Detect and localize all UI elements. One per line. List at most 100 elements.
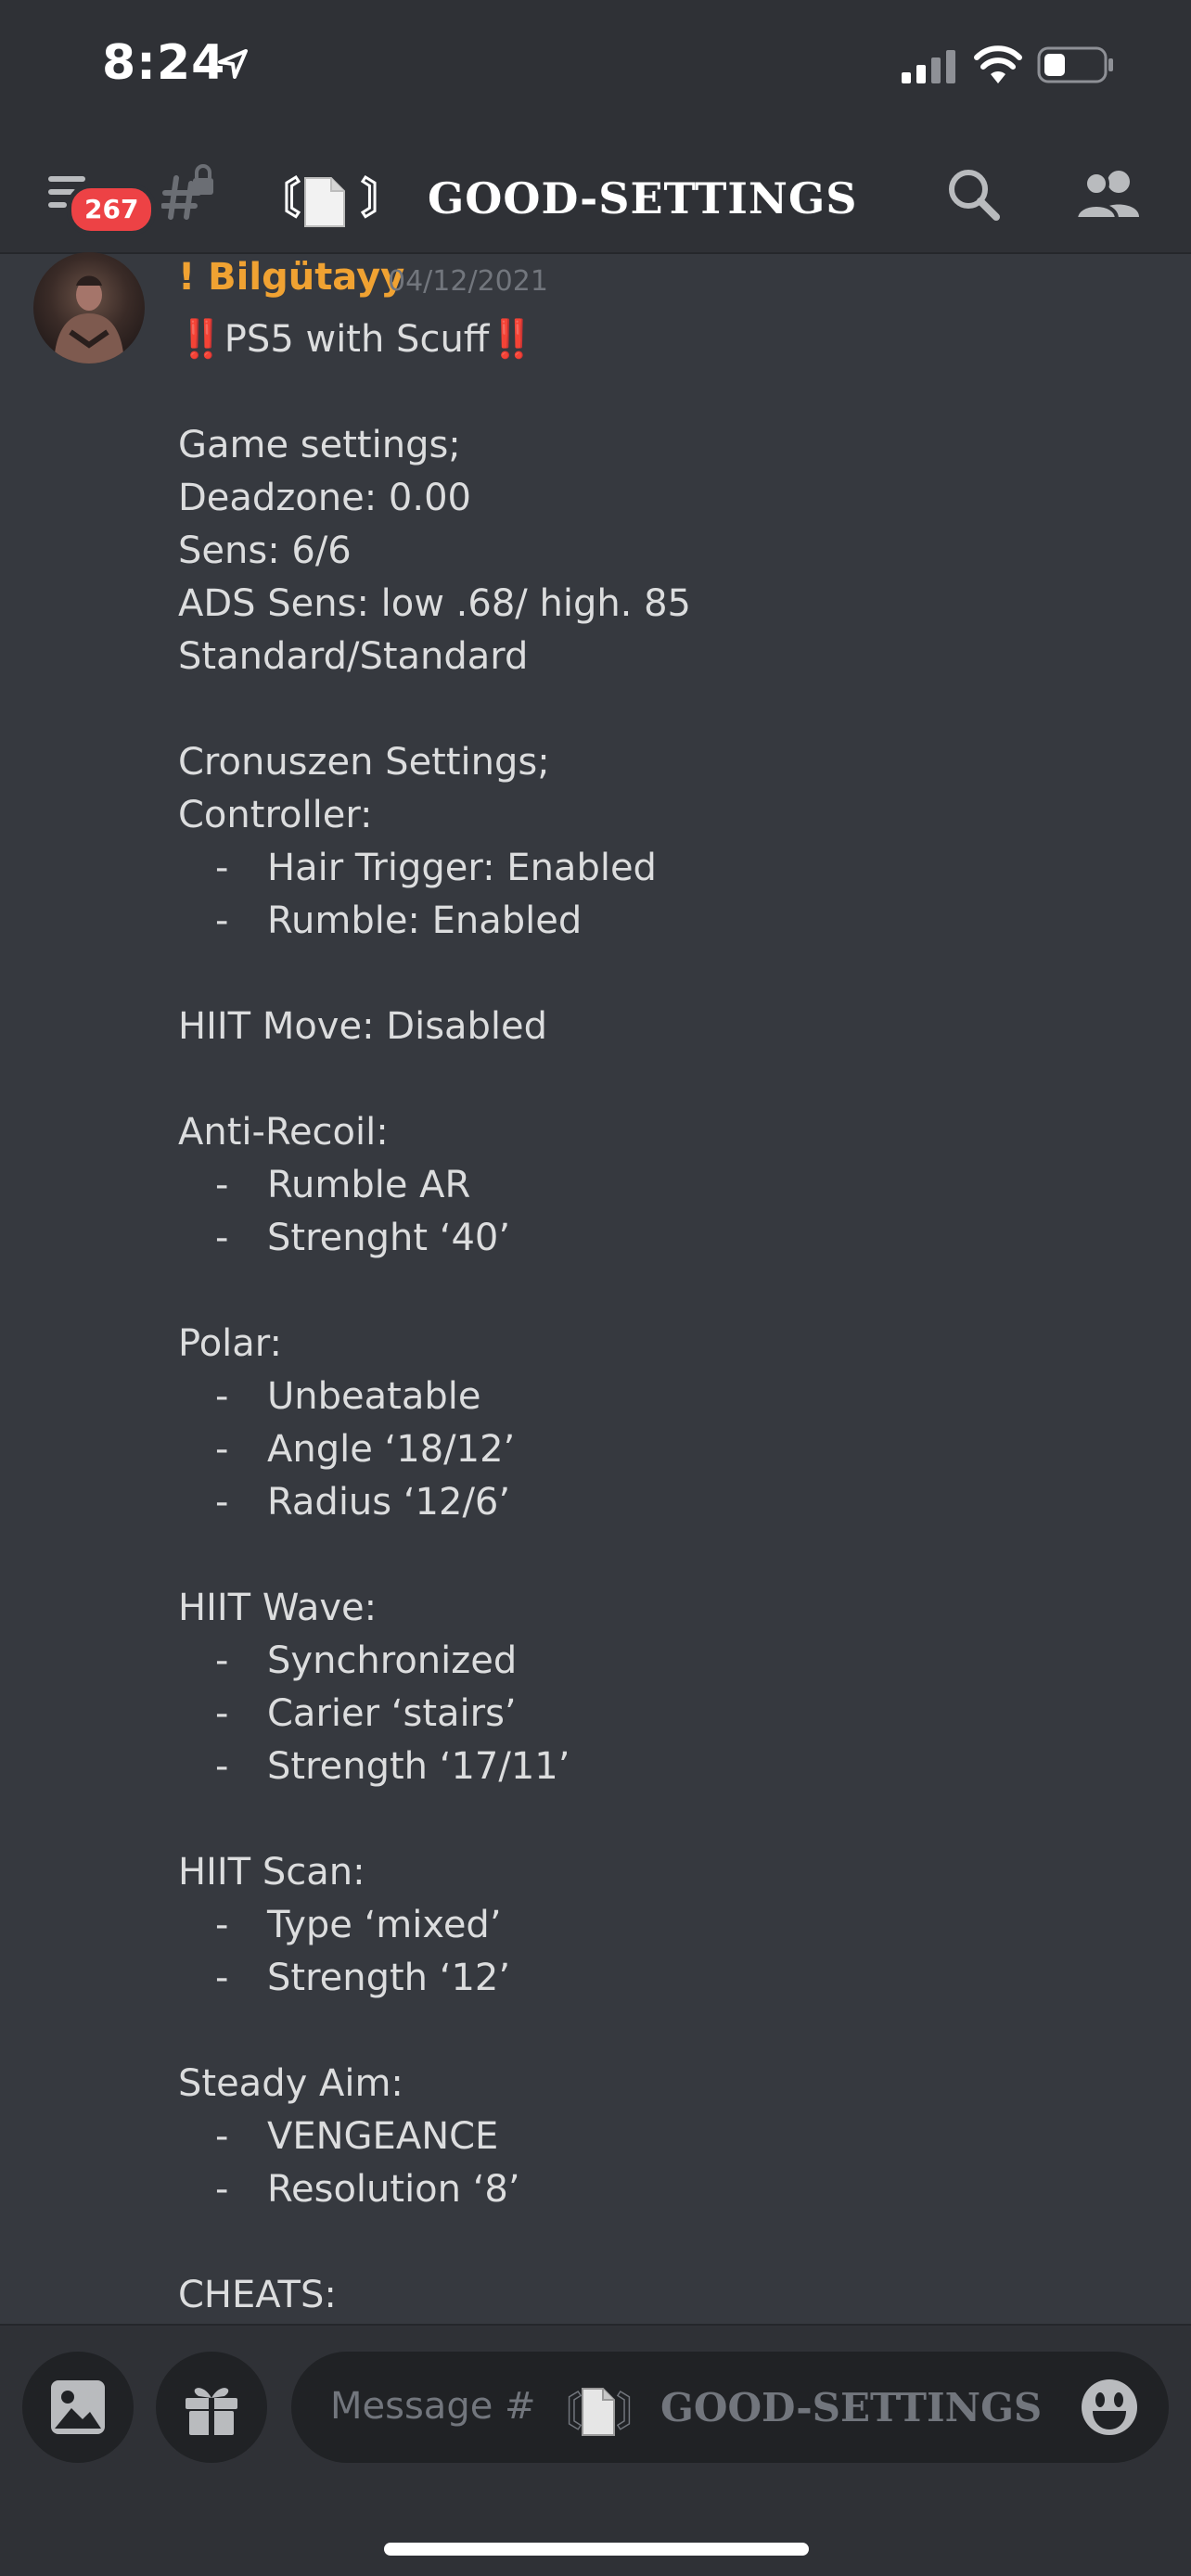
wifi-icon [974, 45, 1022, 83]
message-text-line: Standard/Standard [178, 635, 529, 678]
message-bullet-text: Synchronized [267, 1639, 518, 1682]
message-bullet-line: - Strength ‘17/11’ [178, 1741, 1161, 1793]
svg-text:〘: 〘 [542, 2389, 583, 2436]
message-text-line: HIIT Wave: [178, 1587, 378, 1629]
message-input-placeholder-channel: GOOD-SETTINGS [660, 2385, 1043, 2430]
message-bullet-line: - Rumble: Enabled [178, 895, 1161, 948]
bullet-dash: - [215, 1639, 229, 1682]
message-bullet-text: Strength ‘17/11’ [267, 1745, 570, 1788]
message-text-line: Deadzone: 0.00 [178, 477, 471, 519]
message-bullet-text: Unbeatable [267, 1375, 481, 1418]
message-bullet-line: - Hair Trigger: Enabled [178, 842, 1161, 895]
message-text-line: Steady Aim: [178, 2062, 403, 2105]
message-bullet-line: - Resolution ‘8’ [178, 2163, 1161, 2216]
message-text-line: Game settings; [178, 424, 461, 466]
message-input-placeholder-prefix: Message # [330, 2385, 536, 2428]
message-bullet-line: - Angle ‘18/12’ [178, 1423, 1161, 1476]
message-bullet-line: - VENGEANCE [178, 2111, 1161, 2163]
message-text-line: Sens: 6/6 [178, 529, 352, 572]
message-bullet-text: Angle ‘18/12’ [267, 1428, 516, 1471]
attach-image-button[interactable] [22, 2352, 134, 2463]
message-bullet-line: - Unbeatable [178, 1371, 1161, 1423]
home-indicator[interactable] [384, 2543, 809, 2556]
bullet-dash: - [215, 1692, 229, 1735]
gift-icon [186, 2388, 237, 2435]
bullet-dash: - [215, 899, 229, 942]
message-bullet-line: - Radius ‘12/6’ [178, 1476, 1161, 1529]
message-author[interactable]: ! Bilgütayy [178, 256, 404, 299]
composer-bar: Message # 〘 〙 GOOD-SETTINGS [0, 2324, 1191, 2576]
bullet-dash: - [215, 1164, 229, 1206]
bullet-dash: - [215, 2168, 229, 2211]
message-text-line: Polar: [178, 1322, 283, 1365]
message-bullet-text: Resolution ‘8’ [267, 2168, 520, 2211]
message-text-line: HIIT Move: Disabled [178, 1005, 548, 1048]
message-bullet-line: - Rumble AR [178, 1159, 1161, 1212]
bullet-dash: - [215, 1957, 229, 1999]
message-bullet-text: Radius ‘12/6’ [267, 1481, 511, 1524]
message-text-line: Controller: [178, 794, 373, 836]
message-bullet-text: Rumble AR [267, 1164, 471, 1206]
message-bullet-line: - Strength ‘12’ [178, 1952, 1161, 2005]
unread-badge: 267 [67, 184, 157, 236]
message-text-line: ‼️PS5 with Scuff‼️ [178, 318, 536, 361]
message-bullet-line: - Carier ‘stairs’ [178, 1688, 1161, 1741]
message-bullet-line: - Type ‘mixed’ [178, 1899, 1161, 1952]
message-bullet-text: Strenght ‘40’ [267, 1217, 511, 1259]
message-bullet-line: - Synchronized [178, 1635, 1161, 1688]
search-icon[interactable] [944, 165, 1004, 224]
channel-name: GOOD-SETTINGS [428, 173, 858, 223]
message-bullet-text: Type ‘mixed’ [267, 1904, 502, 1946]
message-text-line: CHEATS: [178, 2274, 337, 2316]
avatar-photo [54, 275, 124, 363]
bullet-dash: - [215, 1745, 229, 1788]
message-bullet-line: - Strenght ‘40’ [178, 1212, 1161, 1265]
document-icon: 〘 〙 [542, 2388, 657, 2436]
gift-button[interactable] [156, 2352, 267, 2463]
location-arrow-icon [218, 49, 248, 79]
avatar[interactable] [33, 252, 145, 363]
channel-bracket-left: 〘 [258, 173, 301, 223]
message-text-line: HIIT Scan: [178, 1851, 365, 1894]
members-icon[interactable] [1074, 165, 1143, 224]
message-bullet-text: VENGEANCE [267, 2115, 499, 2158]
document-icon [304, 177, 345, 227]
hash-lock-icon [161, 164, 213, 220]
status-time: 8:24 [102, 35, 226, 91]
bullet-dash: - [215, 1481, 229, 1524]
battery-icon [1037, 46, 1113, 83]
message-text-line: Anti-Recoil: [178, 1111, 389, 1154]
message-bullet-text: Hair Trigger: Enabled [267, 847, 657, 889]
bullet-dash: - [215, 1904, 229, 1946]
message-bullet-text: Strength ‘12’ [267, 1957, 511, 1999]
svg-text:〙: 〙 [616, 2389, 644, 2436]
channel-bracket-right: 〙 [361, 173, 404, 223]
message-bullet-text: Rumble: Enabled [267, 899, 583, 942]
message-timestamp: 04/12/2021 [388, 265, 548, 298]
bullet-dash: - [215, 1375, 229, 1418]
message-text-line: ADS Sens: low .68/ high. 85 [178, 582, 692, 625]
placeholder-channel-emoji: 〘 〙 [542, 2385, 657, 2441]
bullet-dash: - [215, 1428, 229, 1471]
message-text-line: Cronuszen Settings; [178, 741, 550, 784]
bullet-dash: - [215, 2115, 229, 2158]
message-content: ‼️PS5 with Scuff‼️ Game settings; Deadzone… [178, 313, 1161, 2322]
message-bullet-text: Carier ‘stairs’ [267, 1692, 517, 1735]
cell-signal-icon [902, 50, 955, 83]
bullet-dash: - [215, 1217, 229, 1259]
channel-header: 267 〘 〙 GOOD-SETTINGS [0, 148, 1191, 241]
emoji-icon[interactable] [1080, 2378, 1139, 2437]
message-input[interactable]: Message # 〘 〙 GOOD-SETTINGS [291, 2352, 1169, 2463]
channel-title: 〘 〙 GOOD-SETTINGS [258, 165, 857, 228]
top-bar: 8:24 267 〘 〙 GOOD-SETTINGS [0, 0, 1191, 254]
bullet-dash: - [215, 847, 229, 889]
